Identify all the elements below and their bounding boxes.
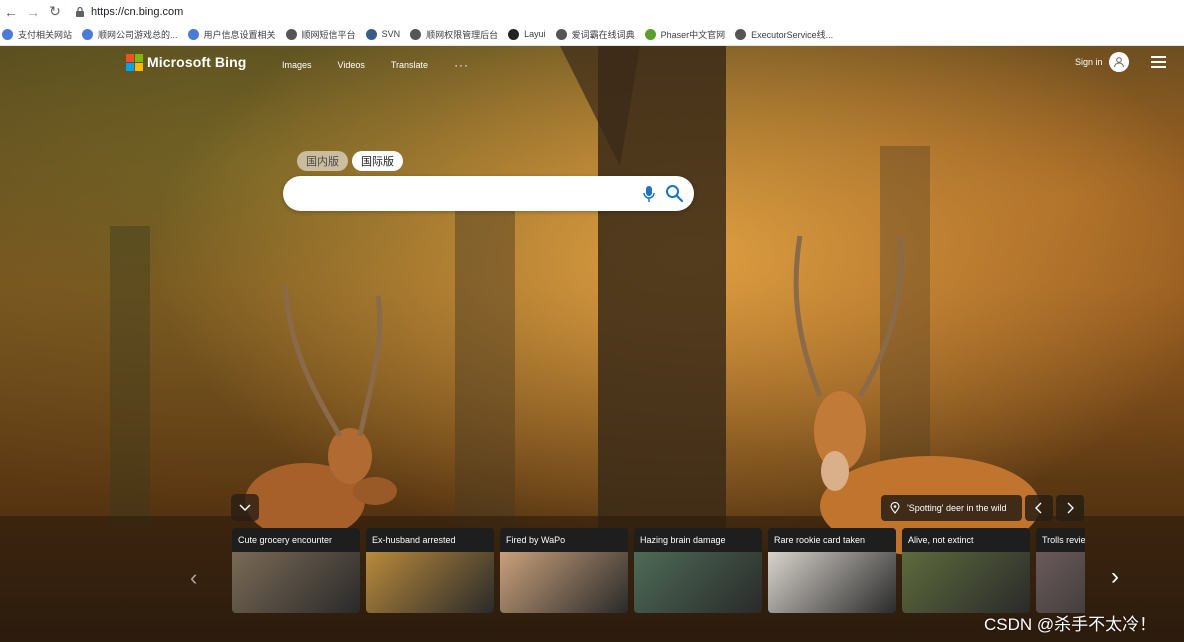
news-card[interactable]: Trolls review: [1036, 528, 1085, 613]
news-card-title: Alive, not extinct: [902, 528, 1030, 552]
search-box: [283, 176, 694, 211]
signin-button[interactable]: Sign in: [1075, 52, 1129, 72]
chevron-down-icon: [239, 503, 251, 511]
collapse-feed-button[interactable]: [231, 494, 259, 521]
microphone-icon[interactable]: [642, 185, 656, 203]
bookmark-label: 用户信息设置相关: [203, 29, 276, 40]
forward-icon[interactable]: →: [22, 1, 44, 23]
carousel-prev-icon[interactable]: ‹: [190, 565, 197, 591]
next-image-button[interactable]: [1056, 495, 1084, 521]
news-card-title: Trolls review: [1036, 528, 1085, 552]
location-pin-icon: [890, 502, 900, 514]
url-text: https://cn.bing.com: [91, 5, 184, 18]
news-card-title: Ex-husband arrested: [366, 528, 494, 552]
news-card-thumbnail: [500, 552, 628, 613]
bookmark-label: SVN: [381, 29, 401, 39]
bookmark-item[interactable]: 顺网公司游戏总的...: [82, 28, 178, 41]
globe-icon: [285, 28, 297, 40]
signin-label: Sign in: [1075, 57, 1103, 67]
news-card[interactable]: Fired by WaPo: [500, 528, 628, 613]
microsoft-logo-icon: [126, 54, 143, 71]
bookmark-item[interactable]: 用户信息设置相关: [187, 28, 276, 41]
bing-logo[interactable]: Microsoft Bing: [126, 54, 247, 71]
news-card[interactable]: Hazing brain damage: [634, 528, 762, 613]
bookmarks-bar: 支付相关网站 顺网公司游戏总的... 用户信息设置相关 顺网短信平台 SVN 顺网权限管理…: [0, 23, 1184, 46]
bookmark-label: Phaser中文官网: [660, 29, 726, 40]
bookmark-label: 爱词霸在线词典: [571, 29, 635, 40]
top-navigation: Images Videos Translate ···: [282, 58, 469, 72]
news-card-title: Fired by WaPo: [500, 528, 628, 552]
bookmark-item[interactable]: 支付相关网站: [2, 28, 72, 41]
image-info-text: 'Spotting' deer in the wild: [907, 503, 1007, 513]
news-carousel: Cute grocery encounter Ex-husband arreste…: [232, 528, 1085, 613]
news-card-thumbnail: [768, 552, 896, 613]
news-card-title: Cute grocery encounter: [232, 528, 360, 552]
news-card-thumbnail: [902, 552, 1030, 613]
bookmark-item[interactable]: SVN: [365, 28, 401, 40]
bookmark-item[interactable]: 顺网短信平台: [285, 28, 356, 41]
news-card-title: Rare rookie card taken: [768, 528, 896, 552]
globe-icon: [82, 28, 94, 40]
bookmark-label: 支付相关网站: [18, 29, 73, 40]
search-icon[interactable]: [665, 184, 684, 203]
bookmark-item[interactable]: 爱词霸在线词典: [555, 28, 635, 41]
bookmark-item[interactable]: 顺网权限管理后台: [410, 28, 498, 41]
carousel-next-icon[interactable]: ›: [1111, 563, 1119, 591]
globe-icon: [555, 28, 567, 40]
globe-icon: [2, 28, 13, 40]
news-card-thumbnail: [1036, 552, 1085, 613]
address-bar[interactable]: https://cn.bing.com: [74, 2, 1154, 21]
region-cn-tab[interactable]: 国内版: [297, 151, 348, 171]
watermark: CSDN @杀手不太冷！: [984, 615, 1157, 634]
news-card[interactable]: Alive, not extinct: [902, 528, 1030, 613]
avatar-icon: [1108, 52, 1129, 72]
news-card[interactable]: Cute grocery encounter: [232, 528, 360, 613]
news-card[interactable]: Ex-husband arrested: [366, 528, 494, 613]
bookmark-label: ExecutorService线...: [751, 29, 834, 40]
logo-text: Microsoft Bing: [147, 54, 247, 70]
news-card[interactable]: Rare rookie card taken: [768, 528, 896, 613]
previous-image-button[interactable]: [1025, 495, 1053, 521]
globe-icon: [410, 28, 422, 40]
news-card-title: Hazing brain damage: [634, 528, 762, 552]
reload-icon[interactable]: ↻: [44, 1, 66, 23]
nav-translate[interactable]: Translate: [391, 60, 428, 70]
chevron-left-icon: [1035, 502, 1042, 514]
bookmark-item[interactable]: Layui: [508, 28, 546, 40]
nav-images[interactable]: Images: [282, 60, 312, 70]
lock-icon: [76, 6, 84, 17]
region-intl-tab[interactable]: 国际版: [352, 151, 403, 171]
layui-icon: [508, 28, 520, 40]
image-info-button[interactable]: 'Spotting' deer in the wild: [881, 495, 1022, 521]
bookmark-label: Layui: [524, 29, 546, 39]
browser-toolbar: ← → ↻ https://cn.bing.com: [0, 0, 1184, 23]
news-card-thumbnail: [232, 552, 360, 613]
shield-icon: [365, 28, 377, 40]
chevron-right-icon: [1067, 502, 1074, 514]
bookmark-label: 顺网短信平台: [301, 29, 356, 40]
bookmark-item[interactable]: ExecutorService线...: [735, 28, 833, 41]
globe-icon: [187, 28, 199, 40]
hamburger-menu-icon[interactable]: [1151, 56, 1166, 68]
search-input[interactable]: [293, 184, 637, 205]
bookmark-item[interactable]: Phaser中文官网: [644, 28, 726, 41]
bookmark-label: 顺网公司游戏总的...: [98, 29, 178, 40]
globe-icon: [735, 28, 747, 40]
phaser-icon: [644, 28, 656, 40]
back-icon[interactable]: ←: [0, 1, 22, 23]
news-card-thumbnail: [634, 552, 762, 613]
more-icon[interactable]: ···: [454, 58, 469, 72]
region-toggle: 国内版 国际版: [297, 151, 407, 171]
news-card-thumbnail: [366, 552, 494, 613]
bookmark-label: 顺网权限管理后台: [426, 29, 499, 40]
nav-videos[interactable]: Videos: [338, 60, 365, 70]
